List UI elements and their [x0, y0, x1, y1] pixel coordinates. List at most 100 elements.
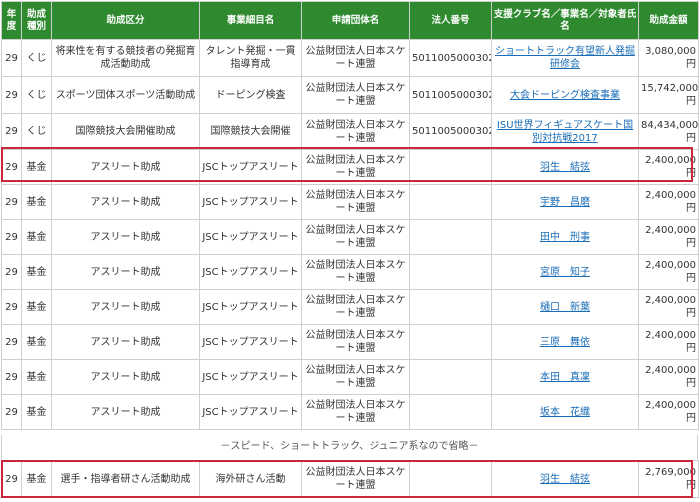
cell-sub-item: 海外研さん活動 [199, 460, 302, 498]
cell-amount: 2,400,000円 [638, 359, 699, 395]
cell-amount: 2,769,000円 [638, 460, 699, 498]
cell-applicant: 公益財団法人日本スケート連盟 [301, 460, 410, 498]
cell-year: 29 [1, 289, 22, 325]
cell-target: 坂本 花織 [491, 394, 639, 430]
cell-category: アスリート助成 [51, 184, 200, 220]
cell-corp-number [409, 149, 492, 185]
cell-sub-item: 国際競技大会開催 [199, 113, 302, 150]
target-link[interactable]: 宇野 昌磨 [540, 197, 590, 208]
cell-target: ISU世界フィギュアスケート国別対抗戦2017 [491, 113, 639, 150]
cell-corp-number [409, 254, 492, 290]
table-row: 29 基金 アスリート助成 JSCトップアスリート 公益財団法人日本スケート連盟 宇野 昌… [1, 184, 699, 220]
cell-amount: 2,400,000円 [638, 149, 699, 185]
cell-year: 29 [1, 324, 22, 360]
header-amount: 助成金額 [638, 1, 699, 40]
cell-grant-type: 基金 [21, 149, 52, 185]
header-year: 年度 [1, 1, 22, 40]
cell-corp-number [409, 394, 492, 430]
cell-grant-type: 基金 [21, 184, 52, 220]
target-link[interactable]: 三原 舞依 [540, 337, 590, 348]
cell-amount: 2,400,000円 [638, 289, 699, 325]
cell-year: 29 [1, 184, 22, 220]
cell-target: 本田 真凜 [491, 359, 639, 395]
cell-applicant: 公益財団法人日本スケート連盟 [301, 394, 410, 430]
cell-target: 宮原 知子 [491, 254, 639, 290]
cell-target: ショートトラック有望新人発掘研修会 [491, 39, 639, 77]
target-link[interactable]: 宮原 知子 [540, 267, 590, 278]
table-row: 29 基金 アスリート助成 JSCトップアスリート 公益財団法人日本スケート連盟 羽生 結… [1, 149, 699, 185]
cell-category: アスリート助成 [51, 324, 200, 360]
grant-table-last: 29 基金 選手・指導者研さん活動助成 海外研さん活動 公益財団法人日本スケート… [1, 460, 699, 498]
cell-applicant: 公益財団法人日本スケート連盟 [301, 76, 410, 114]
cell-sub-item: タレント発掘・一貫指導育成 [199, 39, 302, 77]
cell-corp-number: 5011005000302 [409, 76, 492, 114]
cell-target: 羽生 結弦 [491, 460, 639, 498]
cell-grant-type: 基金 [21, 324, 52, 360]
cell-amount: 2,400,000円 [638, 394, 699, 430]
cell-corp-number [409, 324, 492, 360]
cell-sub-item: JSCトップアスリート [199, 254, 302, 290]
cell-applicant: 公益財団法人日本スケート連盟 [301, 254, 410, 290]
cell-year: 29 [1, 76, 22, 114]
header-grant-type: 助成種別 [21, 1, 52, 40]
cell-year: 29 [1, 254, 22, 290]
cell-applicant: 公益財団法人日本スケート連盟 [301, 359, 410, 395]
cell-sub-item: JSCトップアスリート [199, 289, 302, 325]
cell-grant-type: くじ [21, 76, 52, 114]
table-row: 29 基金 アスリート助成 JSCトップアスリート 公益財団法人日本スケート連盟 樋口 新… [1, 289, 699, 325]
cell-applicant: 公益財団法人日本スケート連盟 [301, 149, 410, 185]
cell-applicant: 公益財団法人日本スケート連盟 [301, 324, 410, 360]
cell-year: 29 [1, 394, 22, 430]
target-link[interactable]: ISU世界フィギュアスケート国別対抗戦2017 [497, 120, 633, 144]
cell-grant-type: 基金 [21, 254, 52, 290]
cell-grant-type: くじ [21, 113, 52, 150]
cell-category: アスリート助成 [51, 254, 200, 290]
target-link[interactable]: 大会ドーピング検査事業 [510, 90, 620, 101]
cell-applicant: 公益財団法人日本スケート連盟 [301, 219, 410, 255]
cell-corp-number [409, 289, 492, 325]
cell-amount: 2,400,000円 [638, 184, 699, 220]
cell-amount: 2,400,000円 [638, 254, 699, 290]
target-link[interactable]: 本田 真凜 [540, 372, 590, 383]
cell-applicant: 公益財団法人日本スケート連盟 [301, 289, 410, 325]
target-link[interactable]: ショートトラック有望新人発掘研修会 [495, 46, 635, 70]
cell-sub-item: JSCトップアスリート [199, 184, 302, 220]
cell-sub-item: JSCトップアスリート [199, 394, 302, 430]
cell-applicant: 公益財団法人日本スケート連盟 [301, 39, 410, 77]
header-corp-number: 法人番号 [409, 1, 492, 40]
target-link[interactable]: 樋口 新葉 [540, 302, 590, 313]
cell-amount: 2,400,000円 [638, 219, 699, 255]
table-row: 29 基金 選手・指導者研さん活動助成 海外研さん活動 公益財団法人日本スケート… [1, 460, 699, 498]
cell-category: 将来性を有する競技者の発掘育成活動助成 [51, 39, 200, 77]
table-row: 29 くじ スポーツ団体スポーツ活動助成 ドーピング検査 公益財団法人日本スケート連盟 5… [1, 76, 699, 114]
target-link[interactable]: 羽生 結弦 [540, 162, 590, 173]
header-sub-item: 事業細目名 [199, 1, 302, 40]
cell-sub-item: ドーピング検査 [199, 76, 302, 114]
cell-category: アスリート助成 [51, 359, 200, 395]
cell-target: 羽生 結弦 [491, 149, 639, 185]
header-target: 支援クラブ名／事業名／対象者氏名 [491, 1, 639, 40]
cell-target: 三原 舞依 [491, 324, 639, 360]
cell-sub-item: JSCトップアスリート [199, 359, 302, 395]
target-link[interactable]: 坂本 花織 [540, 407, 590, 418]
cell-year: 29 [1, 219, 22, 255]
cell-sub-item: JSCトップアスリート [199, 149, 302, 185]
cell-year: 29 [1, 39, 22, 77]
cell-grant-type: 基金 [21, 289, 52, 325]
cell-amount: 15,742,000円 [638, 76, 699, 114]
cell-category: アスリート助成 [51, 219, 200, 255]
cell-year: 29 [1, 359, 22, 395]
cell-category: アスリート助成 [51, 394, 200, 430]
cell-amount: 3,080,000円 [638, 39, 699, 77]
target-link[interactable]: 羽生 結弦 [540, 474, 590, 485]
target-link[interactable]: 田中 刑事 [540, 232, 590, 243]
cell-amount: 2,400,000円 [638, 324, 699, 360]
table-row: 29 くじ 将来性を有する競技者の発掘育成活動助成 タレント発掘・一貫指導育成 公益財団… [1, 39, 699, 77]
table-header: 年度 助成種別 助成区分 事業細目名 申請団体名 法人番号 支援クラブ名／事業名… [1, 1, 699, 40]
cell-corp-number [409, 460, 492, 498]
cell-target: 宇野 昌磨 [491, 184, 639, 220]
cell-category: 選手・指導者研さん活動助成 [51, 460, 200, 498]
cell-grant-type: 基金 [21, 359, 52, 395]
cell-grant-type: くじ [21, 39, 52, 77]
cell-category: アスリート助成 [51, 149, 200, 185]
